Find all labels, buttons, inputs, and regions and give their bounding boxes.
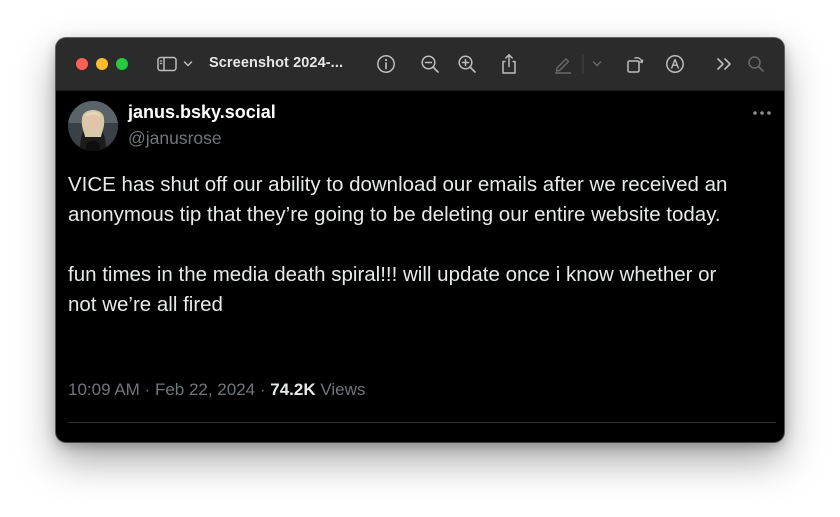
toolbar-separator <box>580 52 586 76</box>
info-icon[interactable] <box>375 52 397 76</box>
search-icon[interactable] <box>745 52 767 76</box>
repost-button[interactable]: 270 <box>240 437 301 442</box>
title-bar: Screenshot 2024-... <box>56 38 784 91</box>
like-button[interactable]: 427 <box>409 437 468 442</box>
tweet-text-line: fun times in the media death spiral!!! w… <box>68 263 717 286</box>
zoom-in-icon[interactable] <box>456 52 478 76</box>
bookmark-icon <box>578 440 600 442</box>
window-title: Screenshot 2024-... <box>209 55 344 71</box>
repost-icon <box>240 440 268 442</box>
rotate-icon[interactable] <box>624 52 646 76</box>
date[interactable]: Feb 22, 2024 <box>155 380 255 399</box>
sidebar-icon[interactable] <box>156 52 178 76</box>
avatar[interactable] <box>68 101 118 151</box>
tweet: janus.bsky.social @janusrose VICE has sh… <box>56 90 784 442</box>
views-count: 74.2K <box>270 380 316 399</box>
tweet-text-line: VICE has shut off our ability to downloa… <box>68 173 728 196</box>
heart-icon <box>409 440 435 442</box>
markup-chevron-icon[interactable] <box>590 52 604 76</box>
bookmark-button[interactable]: 21 <box>578 437 624 442</box>
meta-separator: · <box>255 380 271 399</box>
share-tweet-button[interactable] <box>745 437 769 442</box>
tweet-meta: 10:09 AM · Feb 22, 2024 · 74.2K Views <box>68 380 365 400</box>
chevron-down-icon[interactable] <box>181 52 195 76</box>
zoom-out-icon[interactable] <box>419 52 441 76</box>
preview-window: Screenshot 2024-... janus.bsky.social @j… <box>56 38 784 442</box>
markup-pen-icon[interactable] <box>552 52 574 76</box>
reply-icon <box>76 440 100 442</box>
tweet-text: VICE has shut off our ability to downloa… <box>68 170 780 320</box>
share-icon[interactable] <box>498 52 520 76</box>
fullscreen-window-button[interactable] <box>116 58 128 70</box>
divider <box>68 422 776 423</box>
tweet-text-line: not we’re all fired <box>68 293 223 316</box>
views-label: Views <box>320 380 366 399</box>
share-icon <box>745 440 769 442</box>
more-options-icon[interactable] <box>750 102 774 124</box>
overflow-icon[interactable] <box>713 52 735 76</box>
tweet-text-line: anonymous tip that they’re going to be d… <box>68 203 721 226</box>
display-name[interactable]: janus.bsky.social <box>128 102 276 123</box>
handle[interactable]: @janusrose <box>128 128 222 149</box>
meta-separator: · <box>139 380 155 399</box>
annotate-icon[interactable] <box>664 52 686 76</box>
reply-button[interactable]: 1 <box>76 437 115 442</box>
close-window-button[interactable] <box>76 58 88 70</box>
minimize-window-button[interactable] <box>96 58 108 70</box>
timestamp[interactable]: 10:09 AM <box>68 380 140 399</box>
